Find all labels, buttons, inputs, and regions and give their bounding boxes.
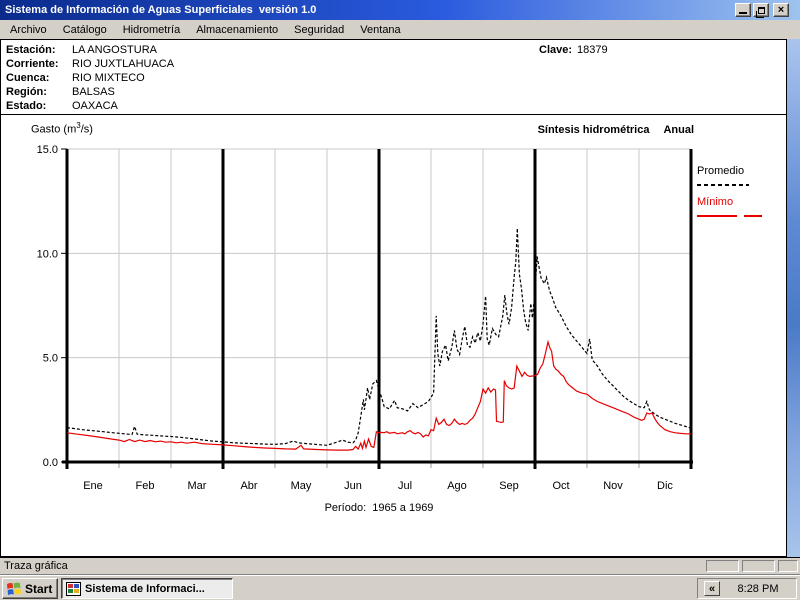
restore-icon [758,7,765,14]
app-window-icon [66,582,81,596]
taskbar: Start Sistema de Informaci... « 8:28 PM [0,574,800,600]
svg-text:Oct: Oct [552,480,569,492]
legend-promedio-line-sample [697,183,749,187]
menu-archivo[interactable]: Archivo [2,22,55,38]
svg-text:Ago: Ago [447,480,467,492]
desktop-background-strip [787,39,800,557]
chart-subtitle-text: Síntesis hidrométrica [538,124,650,136]
station-row: Corriente:RIO JUXTLAHUACA [6,57,786,71]
desktop: { "window": { "title": "Sistema de Infor… [0,0,800,600]
task-button-sias[interactable]: Sistema de Informaci... [61,578,233,599]
svg-text:10.0: 10.0 [37,248,58,260]
chart-subtitle: Síntesis hidrométrica Anual [381,124,694,136]
station-value: BALSAS [72,86,115,98]
status-panel [778,560,798,572]
svg-text:5.0: 5.0 [43,353,58,365]
svg-text:15.0: 15.0 [37,144,58,156]
task-button-label: Sistema de Informaci... [85,583,205,595]
minimize-icon [739,12,747,14]
chevron-left-icon: « [709,583,715,595]
svg-text:Dic: Dic [657,480,673,492]
menu-almacenamiento[interactable]: Almacenamiento [188,22,286,38]
restore-button[interactable] [753,3,769,17]
system-tray: « 8:28 PM [697,578,797,599]
svg-text:Feb: Feb [136,480,155,492]
start-button[interactable]: Start [2,578,58,599]
window-title: Sistema de Información de Aguas Superfic… [5,4,316,16]
svg-text:Sep: Sep [499,480,519,492]
taskbar-clock[interactable]: 8:28 PM [720,583,796,595]
close-icon: × [778,6,784,15]
chart-legend: Promedio Mínimo [697,165,785,221]
station-row: Región:BALSAS [6,85,786,99]
clave-label: Clave: [539,44,572,56]
svg-text:Abr: Abr [240,480,257,492]
close-button[interactable]: × [773,3,789,17]
windows-logo-icon [6,581,22,597]
station-row: Estación:LA ANGOSTURA [6,43,786,57]
start-label: Start [25,582,52,596]
chart-mode: Anual [663,124,694,136]
station-info-panel: Estación:LA ANGOSTURA Corriente:RIO JUXT… [1,40,786,115]
hydrometric-chart: 0.0 5.0 10.0 15.0 Ene Feb Mar Abr May Jun Jul Ago Se… [1,141,787,497]
menu-ventana[interactable]: Ventana [352,22,408,38]
clave-field: Clave: 18379 [539,43,608,57]
legend-minimo-label: Mínimo [697,196,785,209]
svg-text:Nov: Nov [603,480,623,492]
document-area: Estación:LA ANGOSTURA Corriente:RIO JUXT… [0,39,787,557]
station-label: Región: [6,85,72,99]
svg-text:May: May [291,480,312,492]
station-row: Estado:OAXACA [6,99,786,113]
minimize-button[interactable] [735,3,751,17]
station-value: RIO JUXTLAHUACA [72,58,174,70]
station-label: Estado: [6,99,72,113]
y-axis-title: Gasto (m3/s) [31,121,93,136]
station-value: OAXACA [72,100,118,112]
station-label: Corriente: [6,57,72,71]
svg-text:Jun: Jun [344,480,362,492]
svg-text:0.0: 0.0 [43,457,58,469]
status-bar: Traza gráfica [0,557,800,574]
station-label: Cuenca: [6,71,72,85]
status-panel [706,560,739,572]
status-panel [742,560,775,572]
period-label: Período: 1965 a 1969 [67,502,691,514]
tray-chevron-button[interactable]: « [704,581,720,596]
station-value: LA ANGOSTURA [72,44,157,56]
station-label: Estación: [6,43,72,57]
menu-bar: Archivo Catálogo Hidrometría Almacenamie… [0,20,800,39]
status-text: Traza gráfica [4,560,68,572]
station-value: RIO MIXTECO [72,72,145,84]
menu-hidrometria[interactable]: Hidrometría [115,22,188,38]
window-controls: × [733,3,789,17]
window-title-bar[interactable]: Sistema de Información de Aguas Superfic… [0,0,800,20]
svg-text:Jul: Jul [398,480,412,492]
legend-minimo-line-sample [697,214,763,218]
station-row: Cuenca:RIO MIXTECO [6,71,786,85]
svg-text:Ene: Ene [83,480,103,492]
clave-value: 18379 [577,44,608,56]
menu-seguridad[interactable]: Seguridad [286,22,352,38]
menu-catalogo[interactable]: Catálogo [55,22,115,38]
svg-text:Mar: Mar [188,480,207,492]
legend-promedio-label: Promedio [697,165,785,178]
